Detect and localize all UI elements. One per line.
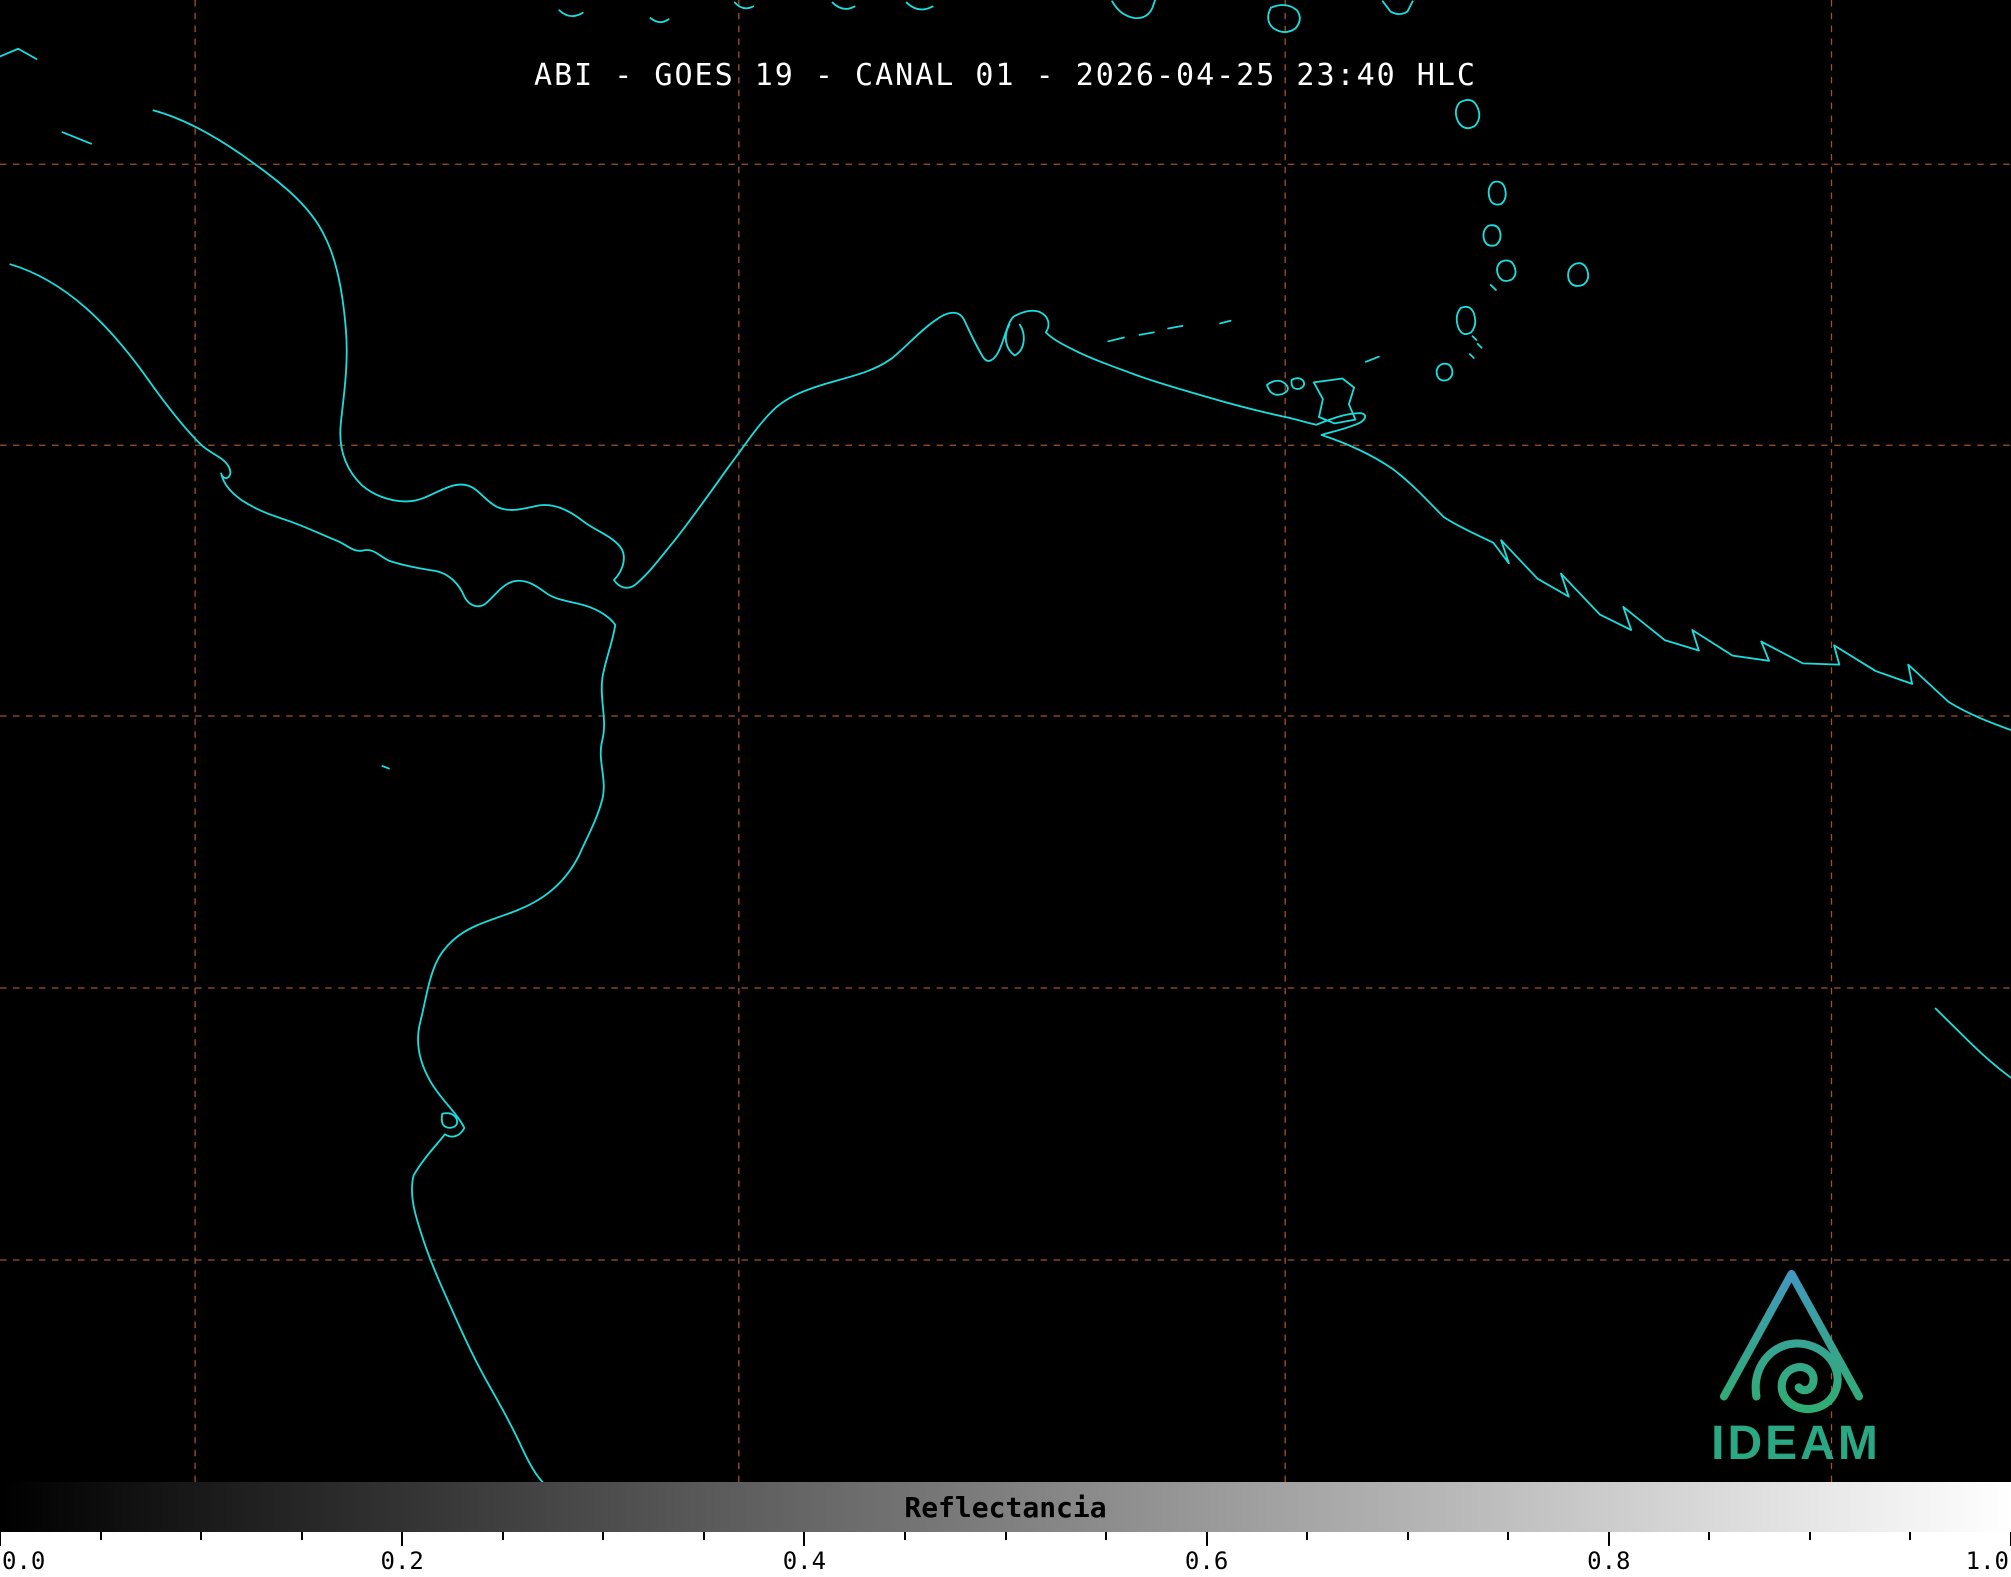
coastline-pacific-west-coast xyxy=(10,264,615,1482)
colorbar-minor-tick xyxy=(502,1532,504,1540)
coastline-islands xyxy=(0,0,1588,1128)
colorbar-tick-label: 0.6 xyxy=(1185,1547,1228,1575)
colorbar-minor-tick xyxy=(1909,1532,1911,1540)
colorbar-tick-label: 0.8 xyxy=(1587,1547,1630,1575)
colorbar-minor-tick xyxy=(1306,1532,1308,1540)
ideam-logo-text: IDEAM xyxy=(1681,1416,1911,1471)
colorbar-axis: 0.0 0.2 0.4 0.6 0.8 1.0 xyxy=(0,1532,2011,1577)
coastline-lake-maracaibo xyxy=(1006,325,1024,356)
colorbar-major-tick xyxy=(803,1532,805,1546)
colorbar-minor-tick xyxy=(200,1532,202,1540)
colorbar-major-tick xyxy=(1608,1532,1610,1546)
colorbar-major-tick xyxy=(0,1532,1,1546)
colorbar-major-tick xyxy=(401,1532,403,1546)
colorbar-minor-tick xyxy=(100,1532,102,1540)
colorbar-tick-label: 0.2 xyxy=(381,1547,424,1575)
ideam-logo-icon xyxy=(1691,1238,1901,1418)
colorbar-minor-tick xyxy=(1005,1532,1007,1540)
logo-hurricane-spiral xyxy=(1756,1343,1838,1409)
colorbar-tick-label: 1.0 xyxy=(1966,1547,2009,1575)
colorbar-tick-label: 0.4 xyxy=(783,1547,826,1575)
colorbar-minor-tick xyxy=(301,1532,303,1540)
colorbar-minor-tick xyxy=(703,1532,705,1540)
coastline-caribbean-north-coast xyxy=(153,110,2011,730)
colorbar-minor-tick xyxy=(1105,1532,1107,1540)
colorbar-minor-tick xyxy=(602,1532,604,1540)
colorbar-minor-tick xyxy=(1809,1532,1811,1540)
colorbar-tick-label: 0.0 xyxy=(2,1547,45,1575)
coastline-trinidad-island xyxy=(1314,379,1356,424)
colorbar-minor-tick xyxy=(1708,1532,1710,1540)
colorbar-major-tick xyxy=(1206,1532,1208,1546)
colorbar-minor-tick xyxy=(1407,1532,1409,1540)
coastline-right-edge-fragment xyxy=(1936,1009,2011,1078)
ideam-logo: IDEAM xyxy=(1681,1238,1911,1471)
colorbar-minor-tick xyxy=(904,1532,906,1540)
colorbar: Reflectancia xyxy=(0,1482,2011,1532)
image-title: ABI - GOES 19 - CANAL 01 - 2026-04-25 23… xyxy=(0,58,2011,93)
colorbar-label: Reflectancia xyxy=(904,1491,1106,1524)
colorbar-minor-tick xyxy=(1507,1532,1509,1540)
